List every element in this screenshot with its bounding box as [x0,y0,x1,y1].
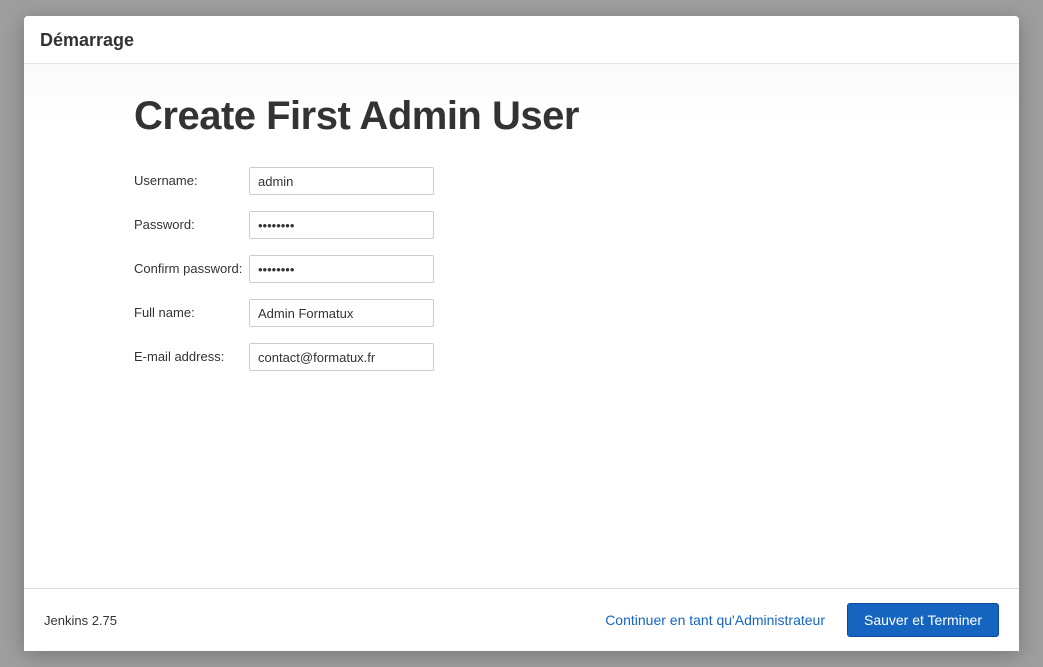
password-label: Password: [134,211,249,232]
dialog-header-title: Démarrage [40,30,1003,51]
email-input[interactable] [249,343,434,371]
fullname-input[interactable] [249,299,434,327]
password-input[interactable] [249,211,434,239]
username-input[interactable] [249,167,434,195]
dialog-body: Create First Admin User Username: Passwo… [24,64,1019,588]
save-and-finish-button[interactable]: Sauver et Terminer [847,603,999,637]
dialog-header: Démarrage [24,16,1019,64]
confirm-password-label: Confirm password: [134,255,249,276]
footer-actions: Continuer en tant qu'Administrateur Sauv… [601,603,999,637]
form-row-password: Password: [134,211,909,239]
form-row-email: E-mail address: [134,343,909,371]
fullname-label: Full name: [134,299,249,320]
form-row-username: Username: [134,167,909,195]
continue-as-admin-button[interactable]: Continuer en tant qu'Administrateur [601,604,829,636]
username-label: Username: [134,167,249,188]
form-row-confirm-password: Confirm password: [134,255,909,283]
form-row-fullname: Full name: [134,299,909,327]
dialog-footer: Jenkins 2.75 Continuer en tant qu'Admini… [24,588,1019,651]
page-title: Create First Admin User [134,94,909,139]
confirm-password-input[interactable] [249,255,434,283]
setup-dialog: Démarrage Create First Admin User Userna… [24,16,1019,651]
version-text: Jenkins 2.75 [44,613,117,628]
email-label: E-mail address: [134,343,249,364]
